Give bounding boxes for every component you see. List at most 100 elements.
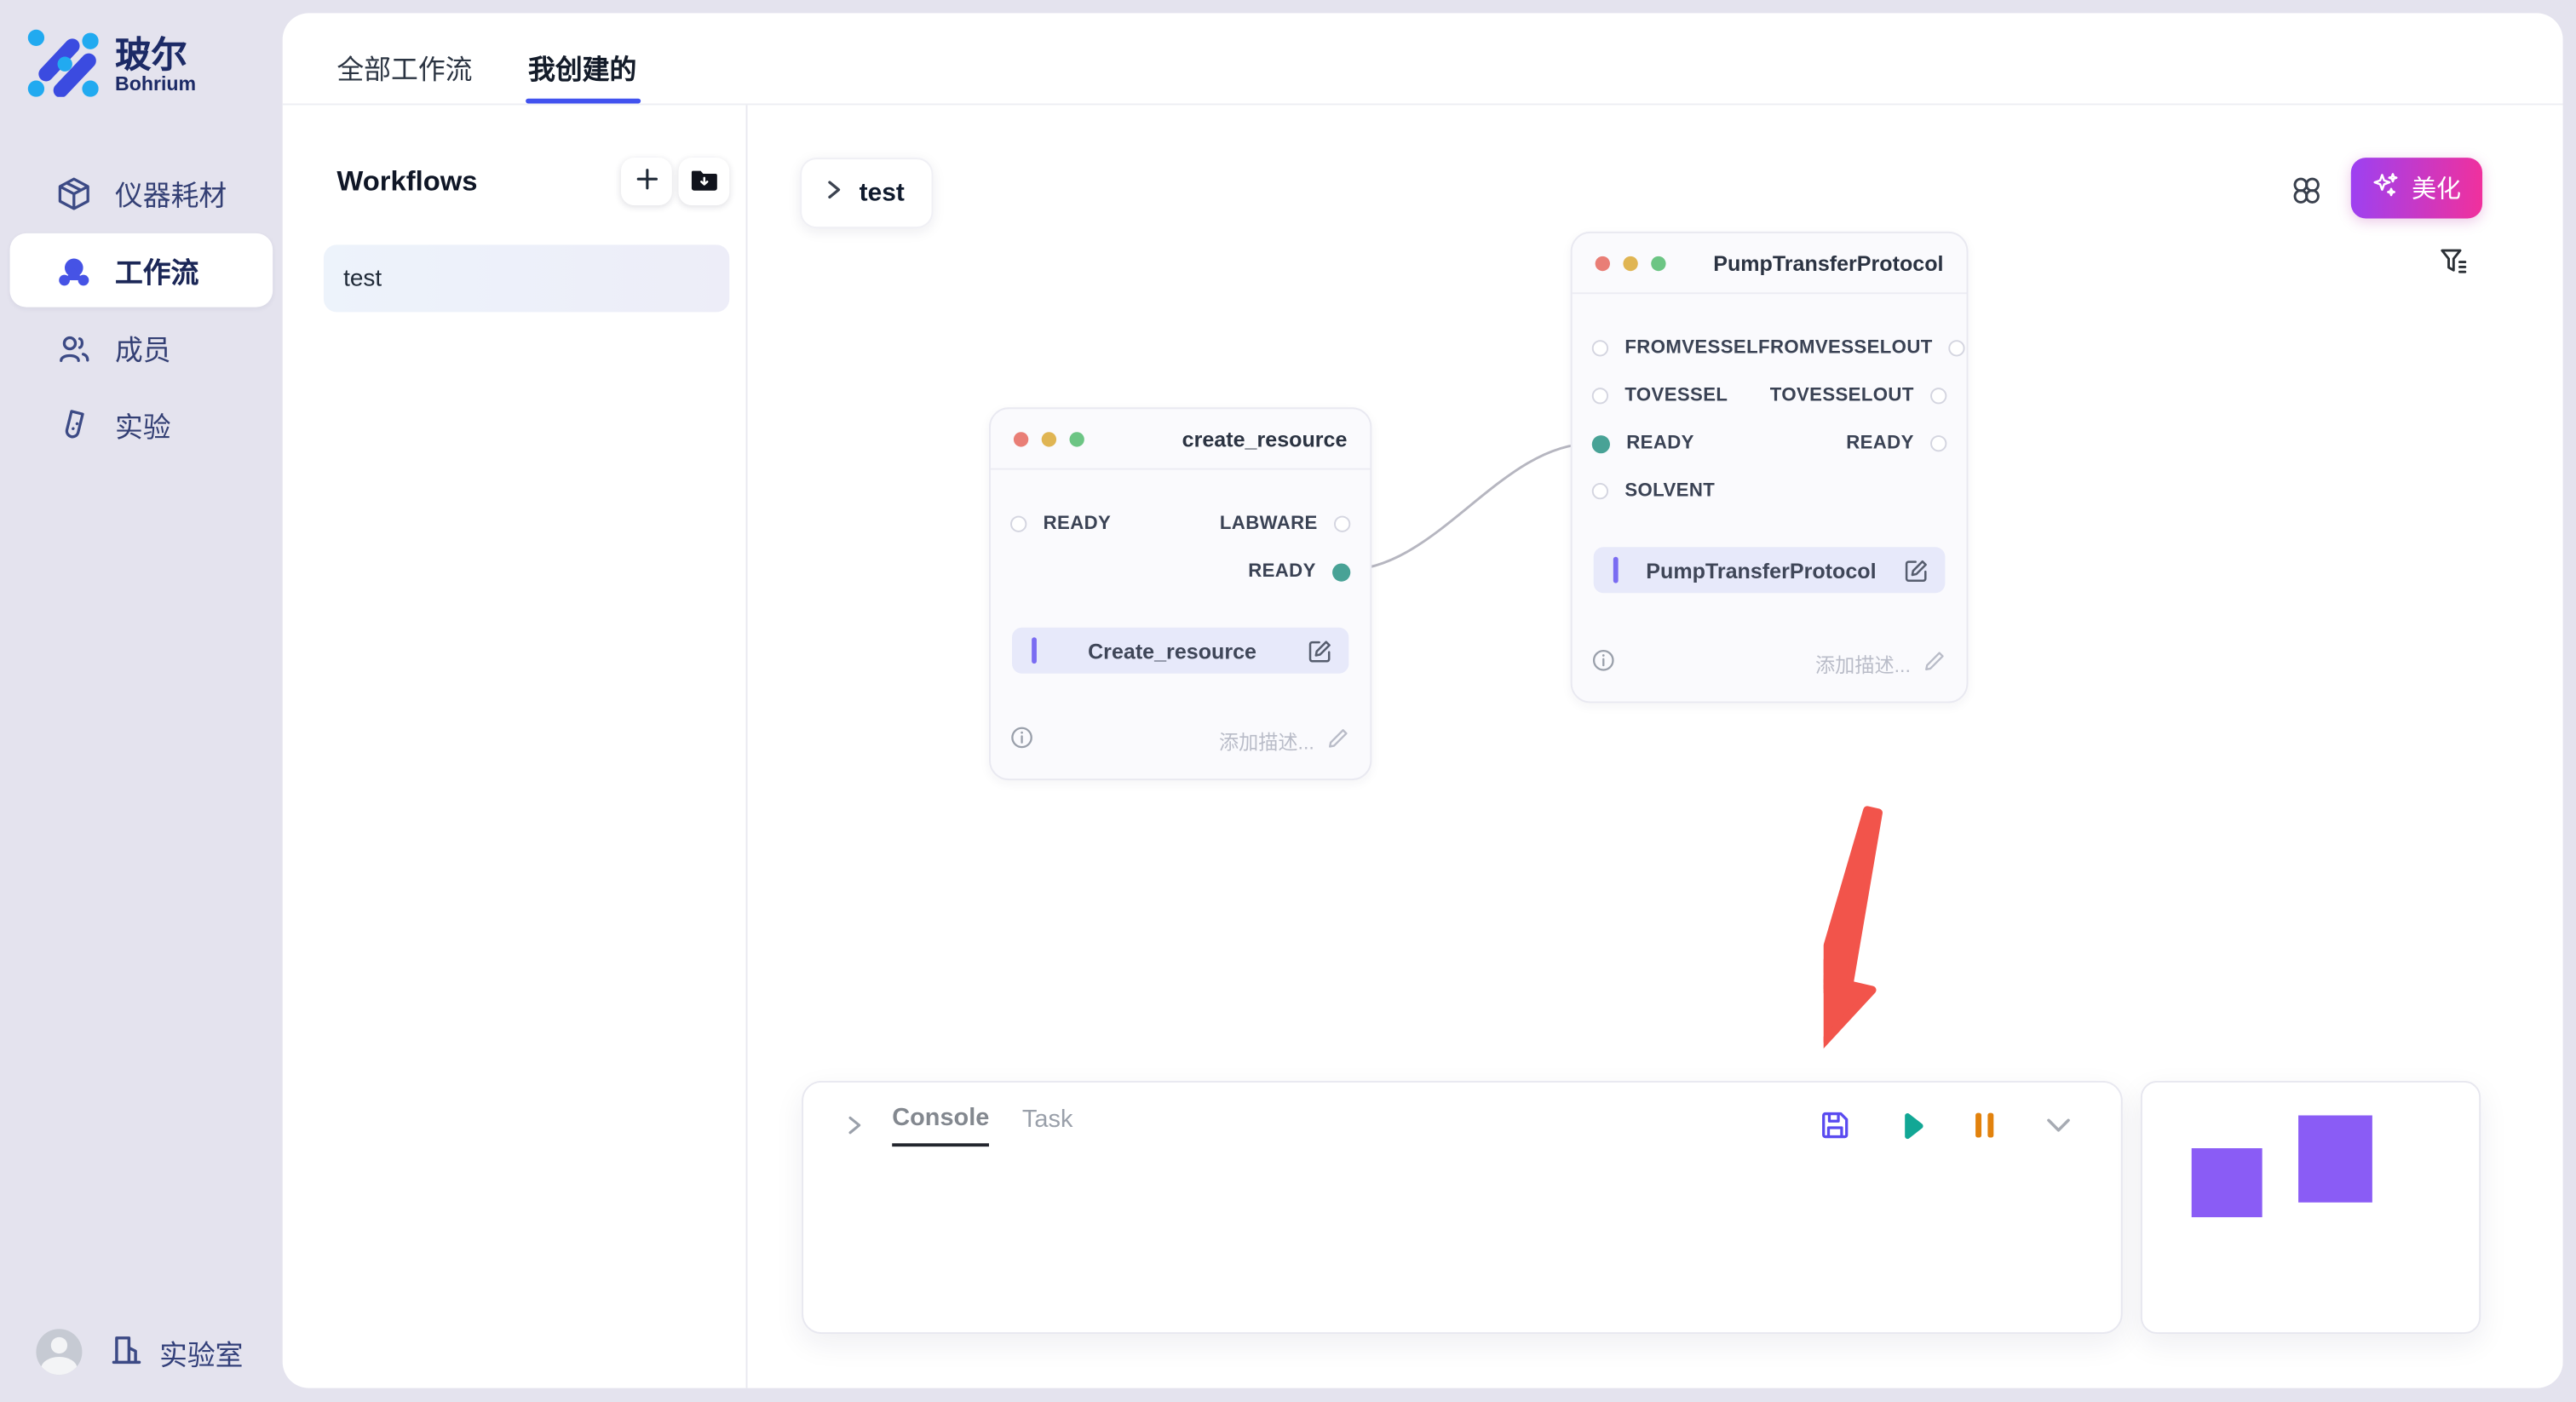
edit-icon[interactable] [1308, 638, 1332, 663]
edit-icon[interactable] [1904, 558, 1929, 583]
traffic-green-dot [1651, 256, 1665, 270]
workflow-list-panel: Workflows [283, 105, 748, 1388]
input-port: READY [1592, 434, 1694, 453]
port-handle[interactable] [1949, 340, 1965, 356]
traffic-green-dot [1069, 431, 1084, 445]
main-card: 全部工作流 我创建的 Workflows [283, 13, 2563, 1388]
sidebar-item-label: 实验 [115, 404, 171, 445]
input-port: SOLVENT [1592, 481, 1715, 501]
sidebar-item-label: 仪器耗材 [115, 172, 227, 213]
port-row: SOLVENT [1592, 474, 1947, 508]
output-port: READY [1846, 434, 1946, 453]
logo-title: 玻尔 [115, 36, 196, 74]
node-pump-transfer-protocol[interactable]: PumpTransferProtocol FROMVESSEL FROMVESS… [1571, 232, 1969, 703]
port-handle[interactable] [1930, 388, 1946, 404]
node-title: create_resource [1182, 426, 1348, 451]
sidebar-item-instruments[interactable]: 仪器耗材 [10, 156, 273, 230]
minimap[interactable] [2141, 1081, 2481, 1334]
bohrium-logo-icon [26, 25, 99, 105]
port-label: FROMVESSEL [1624, 338, 1758, 358]
port-label: FROMVESSELOUT [1758, 338, 1933, 358]
sidebar: 玻尔 Bohrium 仪器耗材 [0, 0, 283, 1402]
port-handle[interactable] [1334, 516, 1350, 532]
minimap-node-pump [2298, 1115, 2372, 1202]
task-tab[interactable]: Task [1022, 1106, 1072, 1145]
sidebar-item-label: 成员 [115, 327, 171, 368]
port-handle[interactable] [1010, 516, 1026, 532]
output-port: TOVESSELOUT [1770, 386, 1947, 405]
sidebar-item-members[interactable]: 成员 [10, 310, 273, 384]
info-icon[interactable] [1592, 649, 1615, 681]
members-icon [56, 330, 92, 365]
workspace-switcher[interactable]: 实验室 [108, 1330, 243, 1375]
user-avatar[interactable] [36, 1330, 82, 1376]
experiment-icon [56, 406, 92, 442]
filter-icon[interactable] [2438, 246, 2470, 278]
command-grid-icon[interactable] [2290, 174, 2323, 207]
chevron-down-icon[interactable] [2042, 1109, 2075, 1142]
package-icon [56, 175, 92, 210]
building-icon [108, 1330, 144, 1375]
pill-label: PumpTransferProtocol [1619, 558, 1905, 583]
console-collapse-icon[interactable] [842, 1114, 865, 1137]
port-handle[interactable] [1592, 388, 1608, 404]
breadcrumb[interactable]: test [800, 158, 933, 228]
port-handle[interactable] [1930, 435, 1946, 451]
app-root: 玻尔 Bohrium 仪器耗材 [0, 0, 2576, 1402]
port-row: READY READY [1592, 427, 1947, 460]
sparkles-icon [2372, 171, 2401, 205]
output-port: READY [1248, 562, 1350, 582]
sidebar-item-experiment[interactable]: 实验 [10, 388, 273, 462]
pencil-icon [1327, 727, 1348, 756]
logo[interactable]: 玻尔 Bohrium [0, 0, 283, 105]
input-port: READY [1010, 514, 1111, 534]
add-description[interactable]: 添加描述... [1815, 650, 1945, 680]
port-handle[interactable] [1592, 340, 1608, 356]
traffic-yellow-dot [1623, 256, 1637, 270]
pause-icon[interactable] [1971, 1111, 1998, 1141]
port-handle[interactable] [1332, 563, 1350, 581]
console-output [803, 1146, 2121, 1295]
panel-title: Workflows [336, 165, 477, 198]
sidebar-item-workflow[interactable]: 工作流 [10, 233, 273, 307]
port-label: LABWARE [1220, 514, 1318, 534]
flow-canvas[interactable]: test 美化 [747, 105, 2562, 1388]
beautify-button[interactable]: 美化 [2351, 158, 2482, 218]
port-label: TOVESSELOUT [1770, 386, 1914, 405]
save-icon[interactable] [1819, 1109, 1852, 1142]
sidebar-item-label: 工作流 [115, 250, 198, 290]
traffic-light-dots [1014, 431, 1084, 445]
add-description[interactable]: 添加描述... [1219, 727, 1348, 756]
description-placeholder: 添加描述... [1219, 727, 1314, 756]
port-label: READY [1044, 514, 1112, 534]
annotation-arrow [1824, 792, 2038, 1084]
info-icon[interactable] [1010, 726, 1033, 757]
traffic-light-dots [1596, 256, 1666, 270]
import-folder-button[interactable] [678, 158, 729, 205]
node-function-pill[interactable]: Create_resource [1012, 628, 1348, 674]
sidebar-footer: 实验室 [0, 1330, 283, 1376]
traffic-red-dot [1596, 256, 1610, 270]
add-workflow-button[interactable] [621, 158, 672, 205]
port-label: SOLVENT [1624, 481, 1715, 501]
port-label: TOVESSEL [1624, 386, 1728, 405]
traffic-red-dot [1014, 431, 1028, 445]
port-row: READY LABWARE [1010, 508, 1350, 541]
logo-subtitle: Bohrium [115, 73, 196, 94]
workflow-list-item[interactable]: test [324, 244, 729, 312]
pill-label: Create_resource [1037, 638, 1308, 663]
input-port: TOVESSEL [1592, 386, 1728, 405]
input-port: FROMVESSEL [1592, 338, 1758, 358]
tab-all-workflows[interactable]: 全部工作流 [336, 48, 472, 104]
chevron-right-icon [823, 178, 844, 208]
port-handle[interactable] [1592, 483, 1608, 499]
port-handle[interactable] [1592, 434, 1610, 452]
console-tab[interactable]: Console [892, 1104, 989, 1146]
node-create-resource[interactable]: create_resource READY LABWARE [989, 407, 1371, 780]
run-icon[interactable] [1896, 1110, 1928, 1141]
tab-created-by-me[interactable]: 我创建的 [528, 48, 636, 104]
node-function-pill[interactable]: PumpTransferProtocol [1594, 547, 1946, 593]
output-port: FROMVESSELOUT [1758, 338, 1965, 358]
port-label: READY [1248, 562, 1316, 582]
port-row: READY [1010, 555, 1350, 589]
